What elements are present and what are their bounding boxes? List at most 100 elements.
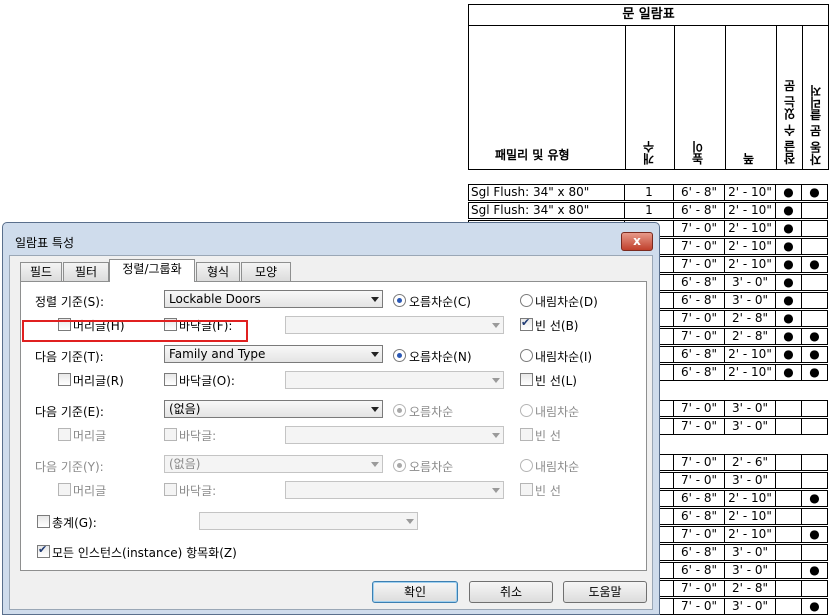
sort4-ascending-label: 오름차순: [409, 460, 454, 474]
close-button[interactable]: x: [621, 232, 653, 251]
cancel-button[interactable]: 취소: [469, 581, 553, 603]
then-by-select-3[interactable]: (없음): [164, 455, 383, 473]
table-cell-height: 7' - 0": [673, 310, 725, 327]
table-cell-auto: [801, 274, 828, 291]
sort3-ascending-radio[interactable]: [393, 404, 406, 417]
sort3-footer-label: 바닥글:: [179, 429, 217, 443]
header-count: 개수: [642, 141, 656, 165]
sort2-footer-select[interactable]: [285, 371, 504, 389]
sort-by-select[interactable]: Lockable Doors: [164, 290, 383, 308]
highlight-box: [22, 320, 248, 342]
table-cell-width: 3' - 0": [724, 472, 776, 489]
table-cell-count: 1: [624, 184, 674, 201]
sort1-footer-select[interactable]: [285, 316, 504, 334]
chevron-down-icon: [492, 323, 500, 328]
sort2-footer-checkbox[interactable]: [164, 373, 177, 386]
sort4-descending-label: 내림차순: [535, 460, 580, 474]
help-button[interactable]: 도움말: [563, 581, 647, 603]
table-cell-auto: [801, 418, 828, 435]
sort2-blank-line-label: 빈 선(L): [535, 374, 577, 388]
then-by-select-2[interactable]: (없음): [164, 400, 383, 418]
table-cell-auto: [801, 472, 828, 489]
table-cell-lock: ●: [775, 220, 802, 237]
sort2-descending-radio[interactable]: [520, 349, 533, 362]
sort3-footer-checkbox[interactable]: [164, 428, 177, 441]
table-cell-auto: [801, 220, 828, 237]
grand-totals-select[interactable]: [199, 512, 418, 530]
sort-by-label: 정렬 기준(S):: [35, 295, 104, 309]
tab-formatting[interactable]: 형식: [196, 262, 240, 281]
sort3-blank-line-label: 빈 선: [535, 429, 561, 443]
grand-totals-checkbox[interactable]: [37, 515, 50, 528]
sort4-descending-radio[interactable]: [520, 459, 533, 472]
sort1-ascending-radio[interactable]: [393, 294, 406, 307]
header-family: 패밀리 및 유형: [495, 148, 570, 162]
table-cell-lock: ●: [775, 364, 802, 381]
ok-button[interactable]: 확인: [372, 581, 458, 603]
sort4-footer-checkbox[interactable]: [164, 483, 177, 496]
table-cell-width: 3' - 0": [724, 292, 776, 309]
sort4-footer-select[interactable]: [285, 481, 504, 499]
then-by-select-1[interactable]: Family and Type: [164, 345, 383, 363]
table-cell-height: 6' - 8": [673, 544, 725, 561]
sort4-footer-label: 바닥글:: [179, 484, 217, 498]
table-cell-width: 2' - 8": [724, 310, 776, 327]
table-cell-height: 6' - 8": [673, 292, 725, 309]
chevron-down-icon: [492, 488, 500, 493]
chevron-down-icon: [371, 297, 379, 302]
table-cell-auto: [801, 292, 828, 309]
tab-filter[interactable]: 필터: [63, 262, 109, 281]
sort2-header-checkbox[interactable]: [58, 373, 71, 386]
table-cell-width: 2' - 10": [724, 364, 776, 381]
table-cell-name: Sgl Flush: 34" x 80": [468, 202, 625, 219]
sort3-header-checkbox[interactable]: [58, 428, 71, 441]
sort3-descending-radio[interactable]: [520, 404, 533, 417]
table-cell-auto: [801, 544, 828, 561]
sort3-blank-line-checkbox[interactable]: [520, 428, 533, 441]
table-cell-lock: [775, 400, 802, 417]
table-cell-width: 3' - 0": [724, 400, 776, 417]
sort4-header-checkbox[interactable]: [58, 483, 71, 496]
sort2-ascending-label: 오름차순(N): [409, 350, 472, 364]
table-cell-height: 7' - 0": [673, 580, 725, 597]
table-cell-width: 3' - 0": [724, 274, 776, 291]
table-cell-width: 2' - 10": [724, 220, 776, 237]
table-cell-auto: ●: [801, 598, 828, 615]
tab-fields[interactable]: 필드: [20, 262, 62, 281]
sort3-header-label: 머리글: [73, 429, 107, 443]
table-cell-width: 2' - 10": [724, 184, 776, 201]
table-cell-width: 2' - 10": [724, 508, 776, 525]
tab-appearance[interactable]: 모양: [241, 262, 291, 281]
sort3-footer-select[interactable]: [285, 426, 504, 444]
table-cell-auto: [801, 400, 828, 417]
itemize-every-instance-checkbox[interactable]: [37, 543, 50, 558]
sort2-descending-label: 내림차순(I): [535, 350, 593, 364]
table-cell-auto: [801, 310, 828, 327]
table-cell-height: 7' - 0": [673, 598, 725, 615]
table-cell-width: 2' - 10": [724, 526, 776, 543]
sort4-header-label: 머리글: [73, 484, 107, 498]
table-cell-height: 6' - 8": [673, 346, 725, 363]
table-cell-lock: ●: [775, 202, 802, 219]
table-cell-lock: ●: [775, 310, 802, 327]
tab-sorting-grouping[interactable]: 정렬/그룹화: [109, 259, 195, 282]
table-cell-height: 7' - 0": [673, 238, 725, 255]
sort4-blank-line-checkbox[interactable]: [520, 483, 533, 496]
sort1-ascending-label: 오름차순(C): [409, 295, 471, 309]
sort2-blank-line-checkbox[interactable]: [520, 373, 533, 386]
table-cell-height: 6' - 8": [673, 274, 725, 291]
table-cell-lock: [775, 580, 802, 597]
sort1-descending-radio[interactable]: [520, 294, 533, 307]
table-cell-width: 3' - 0": [724, 544, 776, 561]
chevron-down-icon: [371, 407, 379, 412]
table-cell-auto: ●: [801, 364, 828, 381]
sort1-blank-line-checkbox[interactable]: [520, 316, 533, 331]
table-cell-auto: [801, 508, 828, 525]
table-cell-height: 7' - 0": [673, 526, 725, 543]
sort4-ascending-radio[interactable]: [393, 459, 406, 472]
table-cell-auto: ●: [801, 346, 828, 363]
then-by-label-1: 다음 기준(T):: [35, 350, 104, 364]
sort2-ascending-radio[interactable]: [393, 349, 406, 362]
itemize-every-instance-label: 모든 인스턴스(instance) 항목화(Z): [52, 546, 237, 560]
table-cell-lock: [775, 526, 802, 543]
